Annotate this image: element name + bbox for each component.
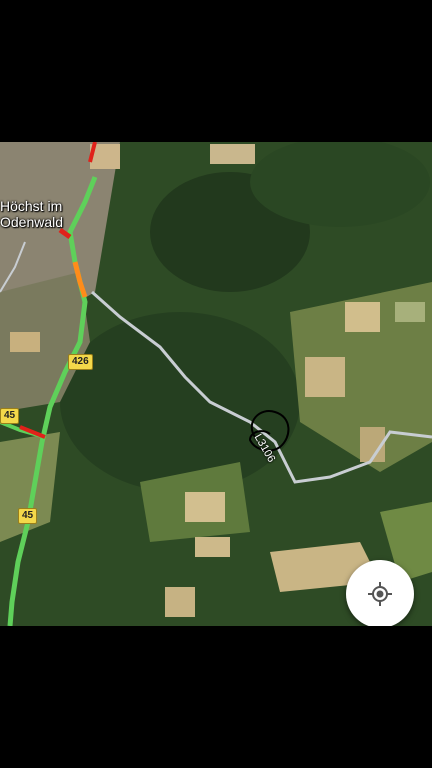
road-shield-45-lower: 45	[18, 508, 38, 524]
top-black-bar	[0, 0, 432, 142]
place-name-line2: Odenwald	[0, 214, 64, 230]
my-location-button[interactable]	[346, 560, 414, 628]
place-name-label: Höchst im Odenwald	[0, 198, 63, 230]
my-location-icon	[368, 582, 392, 606]
road-shield-45-upper: 45	[0, 408, 20, 424]
road-shield-426: 426	[68, 354, 93, 370]
bottom-black-bar	[0, 626, 432, 768]
place-name-line1: Höchst im	[0, 198, 63, 214]
map-terrain	[0, 142, 432, 626]
satellite-map[interactable]: Höchst im Odenwald 426 45 45 L3106	[0, 142, 432, 626]
